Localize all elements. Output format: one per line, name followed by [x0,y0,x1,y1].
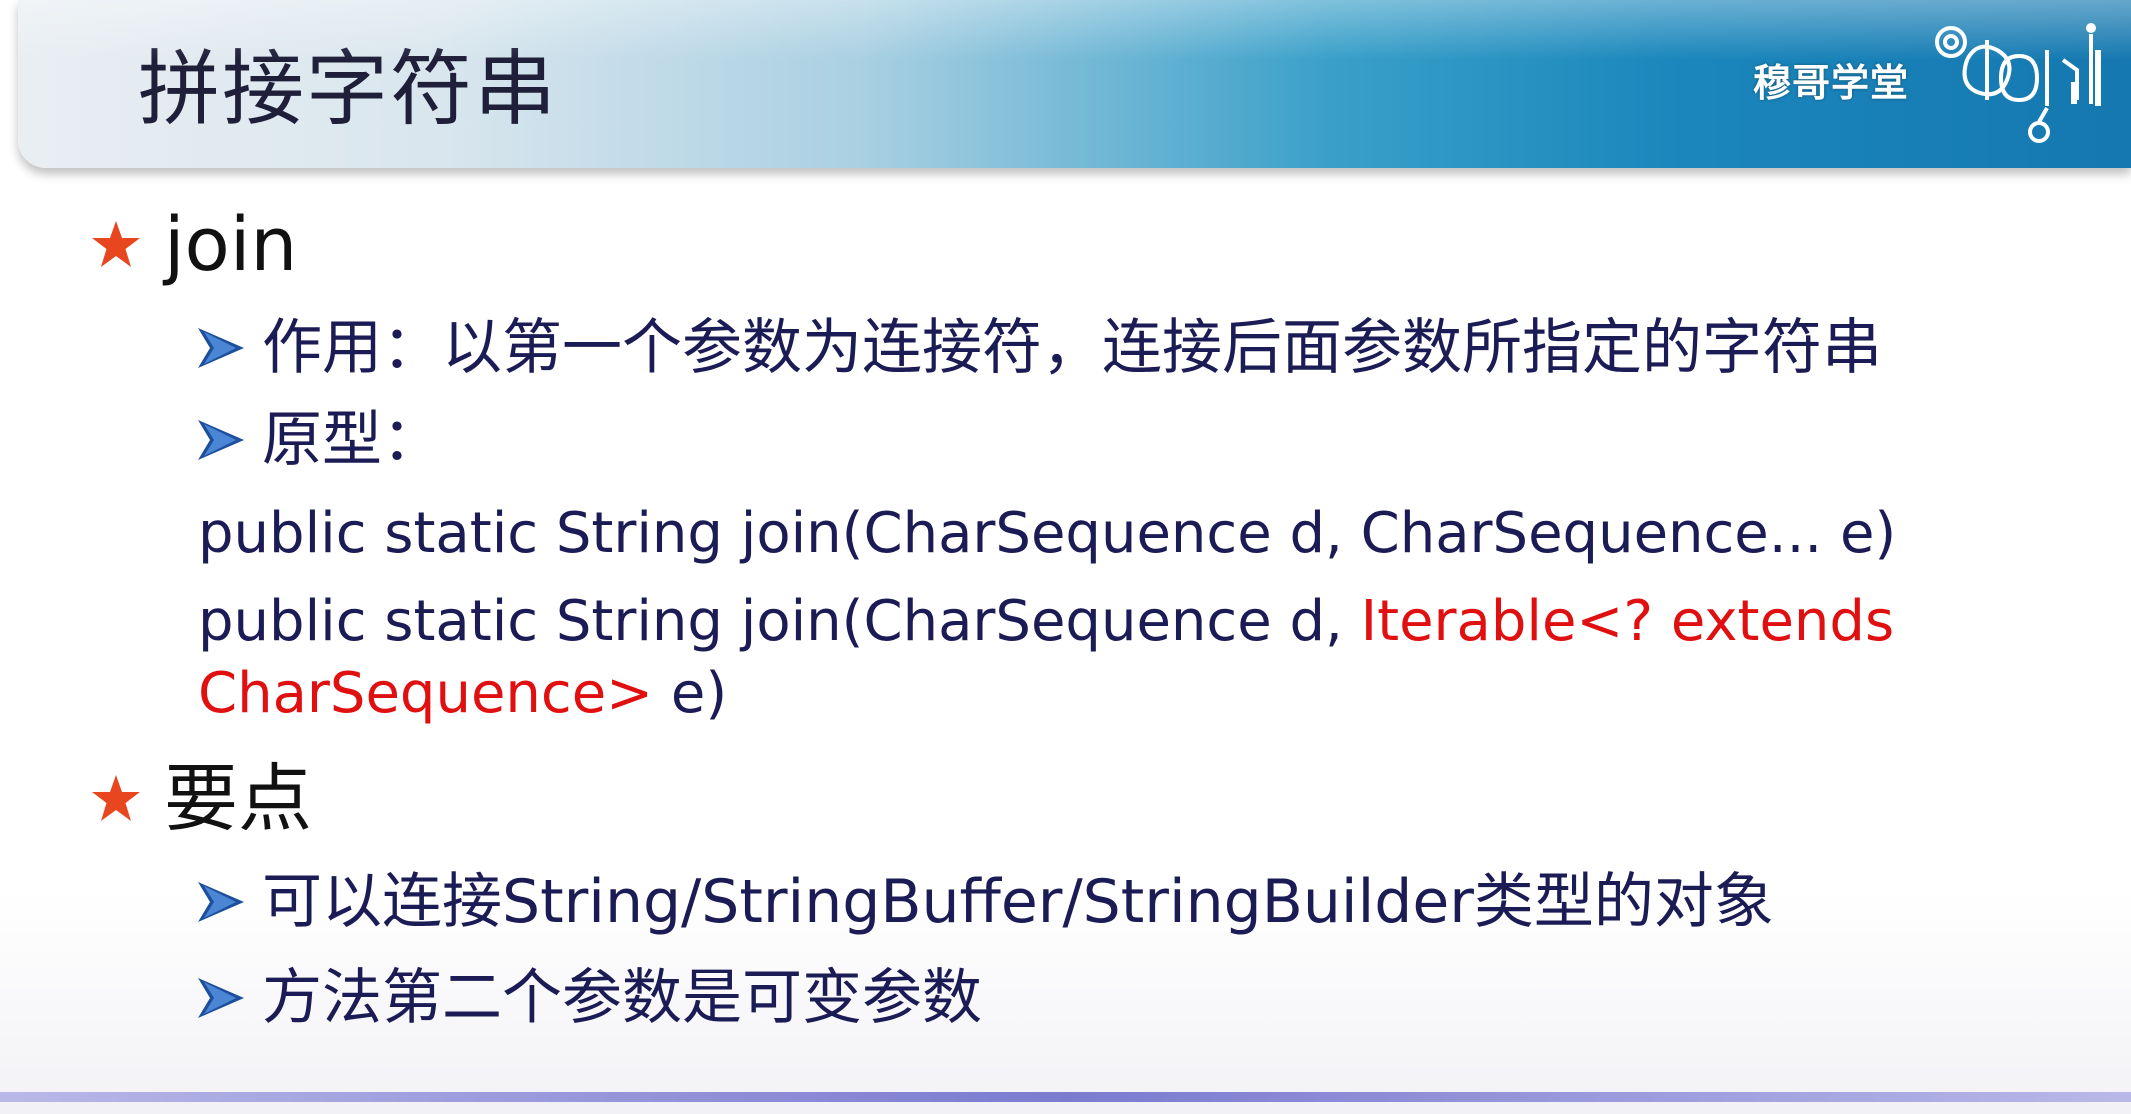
slide: 拼接字符串 穆哥学堂 join 作用：以第一个参数为连接符，连接后面参数所指定的… [0,0,2131,1114]
title-banner: 拼接字符串 穆哥学堂 [18,0,2131,168]
star-bullet-icon [92,775,140,821]
page-title: 拼接字符串 [138,42,559,137]
arrow-bullet-icon [198,882,244,922]
arrow-bullet-icon [198,328,244,368]
section-heading-join: join [164,202,298,288]
section-key-points: 要点 [90,754,312,844]
brand-name: 穆哥学堂 [1753,61,1910,105]
section-join: join [90,200,297,290]
list-item: 方法第二个参数是可变参数 [196,958,982,1038]
code-signature-2: public static String join(CharSequence d… [198,586,1894,658]
item-varargs: 方法第二个参数是可变参数 [262,963,982,1033]
item-purpose: 作用：以第一个参数为连接符，连接后面参数所指定的字符串 [262,313,1882,383]
code-signature-1: public static String join(CharSequence d… [198,501,1897,566]
brand-watermark: 穆哥学堂 [1753,20,2113,150]
list-item: 作用：以第一个参数为连接符，连接后面参数所指定的字符串 [196,308,1882,388]
code-signature-3-highlight: CharSequence> [198,661,654,726]
site-logo-icon [1935,23,2101,143]
star-bullet-icon [92,221,140,267]
list-item: 可以连接String/StringBuffer/StringBuilder类型的… [196,862,1774,942]
section-heading-key-points: 要点 [164,756,312,842]
list-item: 原型： [196,400,442,480]
bottom-divider [0,1092,2131,1102]
item-joinable-types: 可以连接String/StringBuffer/StringBuilder类型的… [262,867,1774,937]
arrow-bullet-icon [198,978,244,1018]
arrow-bullet-icon [198,420,244,460]
code-signature-2-part: public static String join(CharSequence d… [198,589,1361,654]
code-signature-2-highlight: Iterable<? extends [1360,589,1895,654]
code-signature-2-continued: CharSequence> e) [198,658,727,730]
code-signature-3-part: e) [653,661,728,726]
item-prototype: 原型： [262,405,442,475]
